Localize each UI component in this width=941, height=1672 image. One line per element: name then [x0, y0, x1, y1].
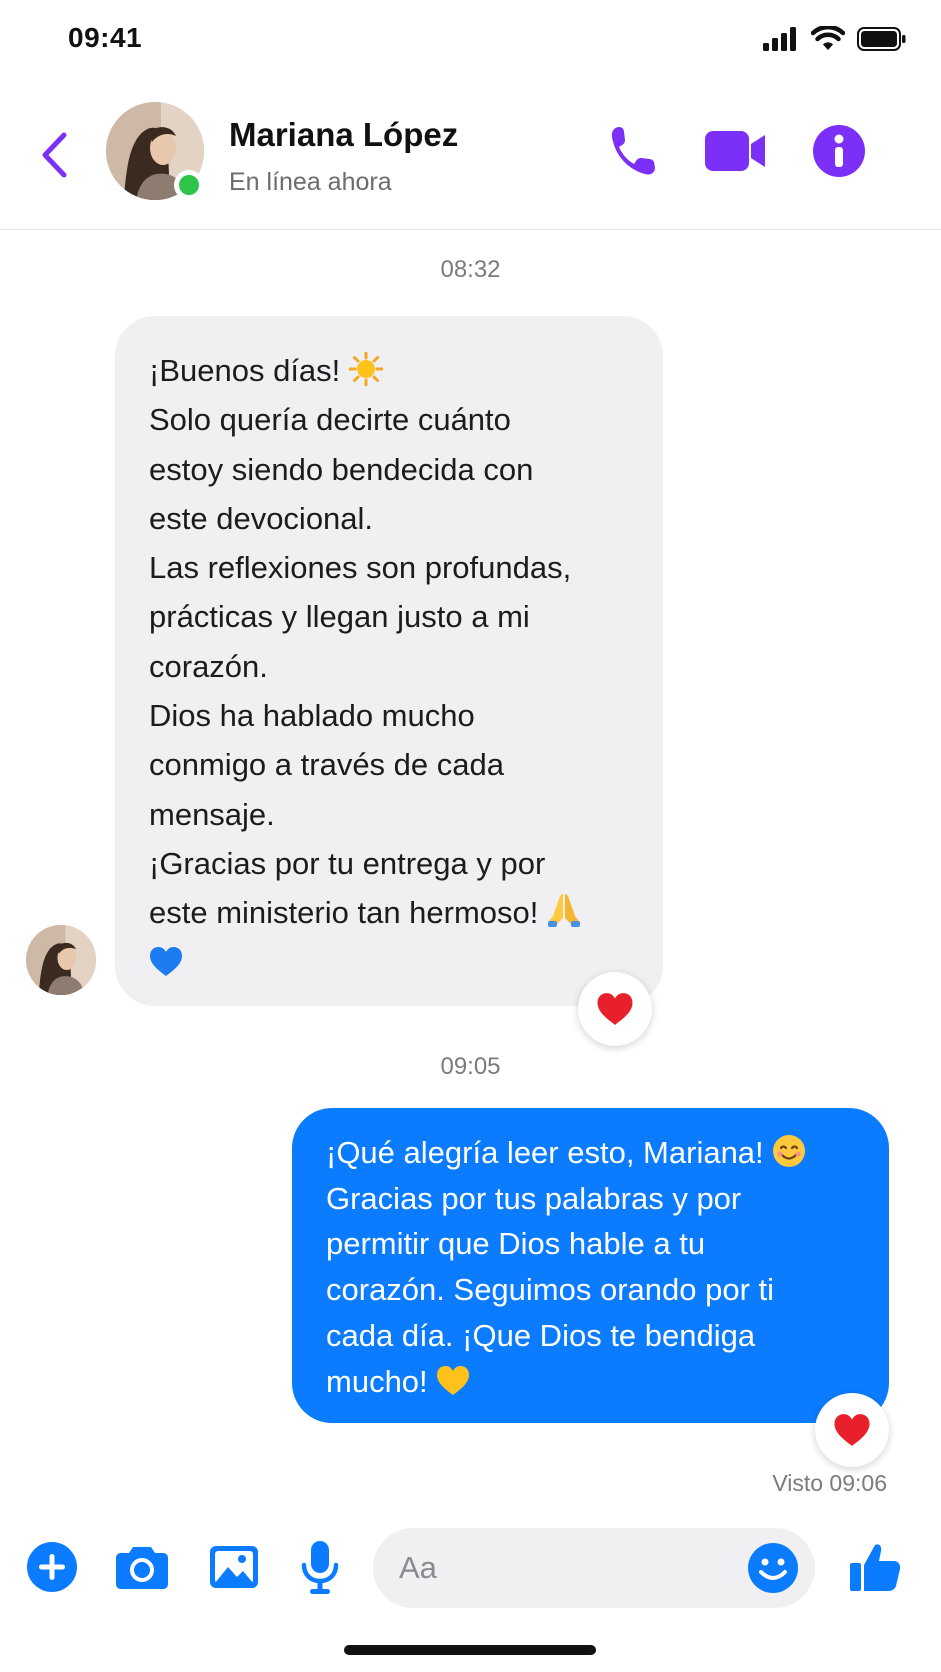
like-button[interactable] — [845, 1537, 905, 1597]
message-line: conmigo a través de cada — [149, 747, 504, 783]
camera-button[interactable] — [112, 1537, 172, 1597]
chevron-left-icon — [42, 132, 67, 178]
microphone-icon — [301, 1541, 339, 1594]
message-line: Gracias por tus palabras y por — [326, 1180, 742, 1216]
status-time: 09:41 — [68, 22, 143, 53]
incoming-message-bubble[interactable]: ¡Buenos días! Solo quería decirte cuánto… — [115, 316, 663, 1006]
message-line: mensaje. — [149, 796, 275, 832]
message-line: ¡Gracias por tu entrega y por — [149, 845, 546, 881]
phone-icon — [611, 127, 655, 175]
back-button[interactable] — [32, 120, 76, 190]
message-input[interactable]: Aa — [373, 1528, 815, 1608]
message-input-placeholder: Aa — [399, 1550, 437, 1585]
praying-hands-emoji — [548, 894, 581, 928]
plus-icon — [27, 1542, 77, 1592]
emoji-button[interactable] — [745, 1540, 801, 1596]
online-indicator — [174, 170, 204, 200]
seen-receipt: Visto 09:06 — [772, 1470, 887, 1496]
message-line: mucho! — [326, 1359, 855, 1405]
camera-icon — [116, 1547, 168, 1589]
contact-status: En línea ahora — [229, 168, 392, 196]
contact-name[interactable]: Mariana López — [229, 116, 458, 154]
message-reaction[interactable] — [578, 972, 652, 1046]
avatar-portrait — [26, 925, 96, 995]
message-line: Dios ha hablado mucho — [149, 698, 475, 734]
timestamp: 08:32 — [440, 256, 501, 283]
message-reaction[interactable] — [815, 1393, 889, 1467]
battery-icon — [857, 27, 906, 51]
info-button[interactable] — [812, 116, 866, 186]
voice-message-button[interactable] — [290, 1537, 350, 1597]
timestamp: 09:05 — [440, 1053, 501, 1080]
red-heart-emoji — [597, 992, 633, 1025]
outgoing-message-bubble[interactable]: ¡Qué alegría leer esto, Mariana! Gracias… — [292, 1108, 889, 1423]
message-line: ¡Qué alegría leer esto, Mariana! — [326, 1130, 855, 1176]
video-camera-icon — [705, 131, 765, 171]
wifi-icon — [811, 26, 845, 50]
thumbs-up-icon — [850, 1544, 901, 1591]
emoji-icon — [748, 1543, 798, 1593]
image-icon — [210, 1546, 258, 1588]
message-line: este devocional. — [149, 500, 374, 536]
message-line: Solo quería decirte cuánto — [149, 402, 511, 438]
red-heart-emoji — [834, 1413, 870, 1446]
status-bar: 09:41 — [0, 0, 941, 80]
gallery-button[interactable] — [204, 1537, 264, 1597]
info-icon — [813, 125, 865, 177]
message-line: corazón. — [149, 648, 268, 684]
message-line: Las reflexiones son profundas, — [149, 550, 572, 586]
message-line: cada día. ¡Que Dios te bendiga — [326, 1317, 756, 1353]
chat-header: Mariana López En línea ahora — [0, 80, 941, 230]
add-button[interactable] — [22, 1537, 82, 1597]
message-line: prácticas y llegan justo a mi — [149, 599, 530, 635]
message-line: corazón. Seguimos orando por ti — [326, 1272, 775, 1308]
sender-avatar[interactable] — [26, 925, 96, 995]
message-line: ¡Buenos días! — [149, 346, 629, 395]
yellow-heart-emoji — [437, 1365, 470, 1395]
call-button[interactable] — [605, 116, 661, 186]
message-line: este ministerio tan hermoso! — [149, 888, 629, 937]
message-line: permitir que Dios hable a tu — [326, 1226, 706, 1262]
blue-heart-emoji — [150, 946, 182, 976]
video-call-button[interactable] — [705, 116, 767, 186]
signal-icon — [763, 27, 796, 51]
message-line: estoy siendo bendecida con — [149, 451, 534, 487]
smiling-face-emoji — [773, 1135, 806, 1167]
sun-emoji — [348, 352, 383, 386]
message-line — [149, 938, 629, 987]
home-indicator — [344, 1645, 596, 1655]
status-icons — [763, 26, 907, 52]
